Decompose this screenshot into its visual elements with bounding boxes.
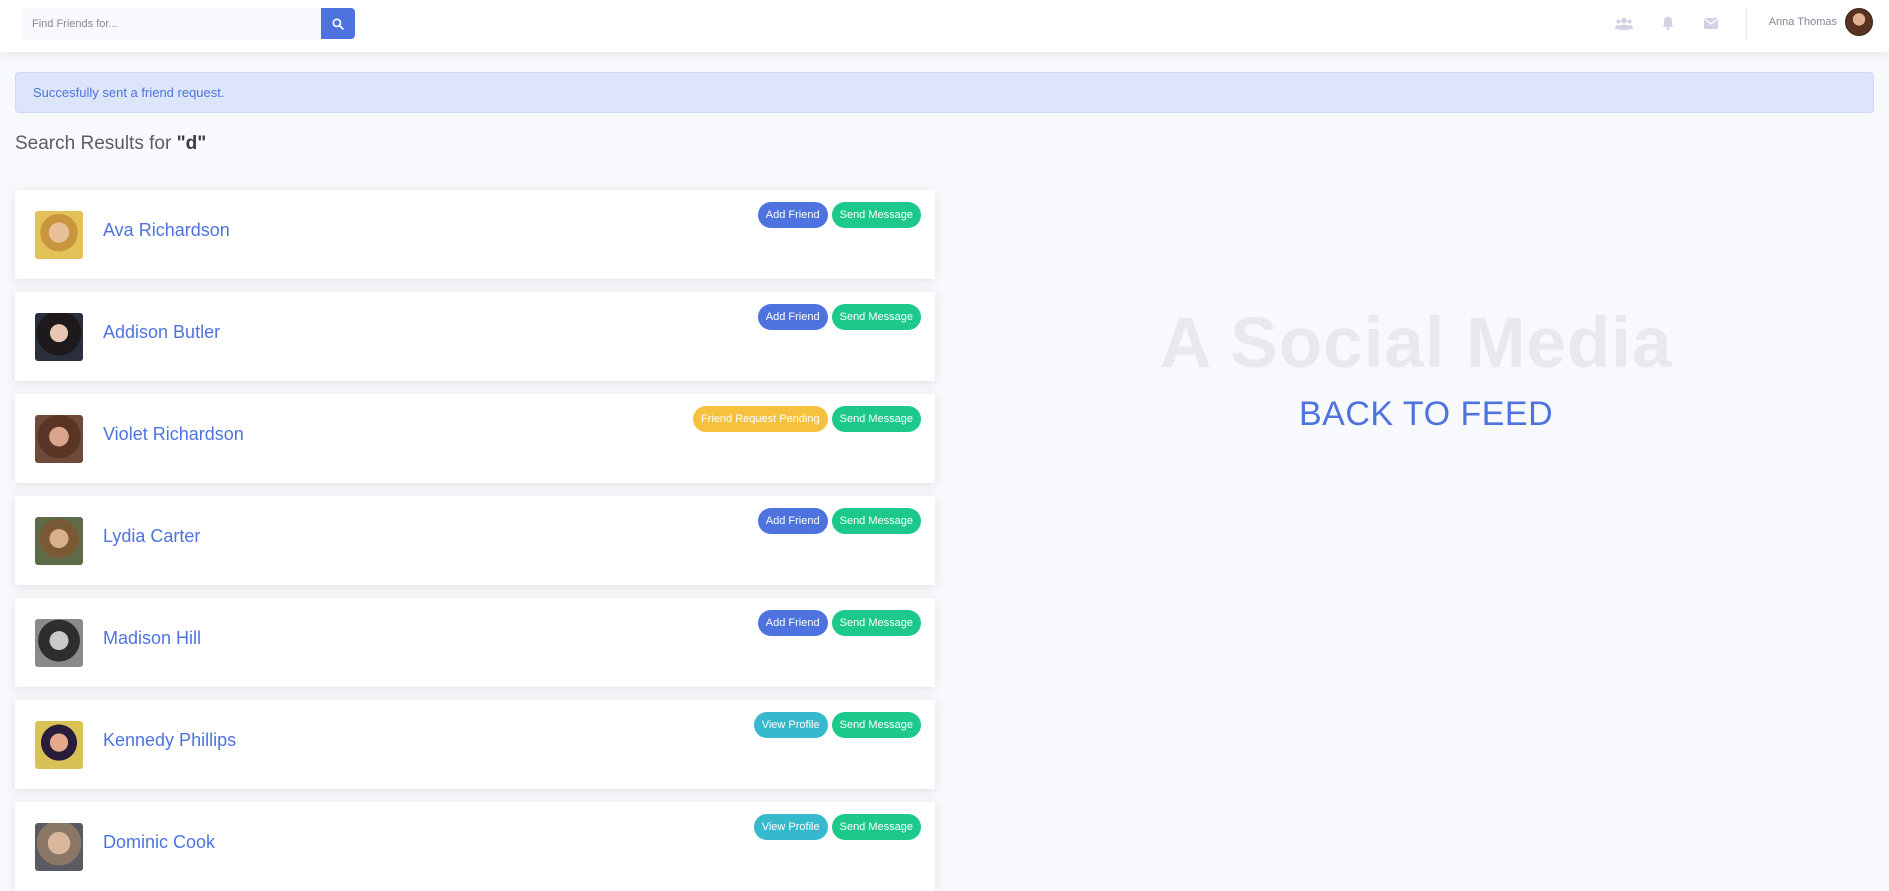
send-message-button[interactable]: Send Message [831, 610, 921, 636]
person-card: Addison Butler Add Friend Send Message [15, 292, 935, 381]
search-icon [332, 17, 344, 30]
action-buttons: View Profile Send Message [753, 712, 921, 738]
success-alert: Succesfully sent a friend request. [15, 72, 1874, 113]
avatar[interactable] [35, 415, 83, 463]
primary-action-button[interactable]: Add Friend [757, 304, 828, 330]
send-message-button[interactable]: Send Message [831, 406, 921, 432]
person-name[interactable]: Kennedy Phillips [103, 730, 236, 751]
action-buttons: Add Friend Send Message [757, 508, 921, 534]
primary-action-button[interactable]: Add Friend [757, 508, 828, 534]
action-buttons: Add Friend Send Message [757, 304, 921, 330]
person-card: Violet Richardson Friend Request Pending… [15, 394, 935, 483]
action-buttons: Friend Request Pending Send Message [692, 406, 921, 432]
send-message-button[interactable]: Send Message [831, 202, 921, 228]
search-input[interactable] [22, 8, 321, 39]
person-card: Dominic Cook View Profile Send Message [15, 802, 935, 891]
user-name[interactable]: Anna Thomas [1769, 16, 1837, 28]
person-name[interactable]: Addison Butler [103, 322, 220, 343]
back-to-feed-link[interactable]: BACK TO FEED [1299, 395, 1553, 434]
person-name[interactable]: Dominic Cook [103, 832, 215, 853]
search-form [22, 8, 355, 39]
primary-action-button[interactable]: View Profile [753, 814, 828, 840]
action-buttons: Add Friend Send Message [757, 202, 921, 228]
topbar: Anna Thomas [0, 0, 1889, 52]
action-buttons: Add Friend Send Message [757, 610, 921, 636]
person-name[interactable]: Ava Richardson [103, 220, 230, 241]
avatar[interactable] [35, 823, 83, 871]
person-card: Madison Hill Add Friend Send Message [15, 598, 935, 687]
avatar[interactable] [35, 619, 83, 667]
search-button[interactable] [321, 8, 355, 39]
send-message-button[interactable]: Send Message [831, 304, 921, 330]
person-name[interactable]: Lydia Carter [103, 526, 200, 547]
primary-action-button[interactable]: Friend Request Pending [692, 406, 828, 432]
brand-title: A Social Media [1160, 304, 1673, 383]
bell-icon[interactable] [1658, 13, 1678, 33]
primary-action-button[interactable]: Add Friend [757, 202, 828, 228]
primary-action-button[interactable]: Add Friend [757, 610, 828, 636]
page-title: Search Results for "d" [15, 133, 206, 155]
alert-message: Succesfully sent a friend request. [33, 85, 225, 100]
users-icon[interactable] [1614, 13, 1634, 33]
person-name[interactable]: Violet Richardson [103, 424, 244, 445]
user-avatar[interactable] [1845, 8, 1873, 36]
avatar[interactable] [35, 517, 83, 565]
avatar[interactable] [35, 313, 83, 361]
action-buttons: View Profile Send Message [753, 814, 921, 840]
send-message-button[interactable]: Send Message [831, 814, 921, 840]
avatar[interactable] [35, 721, 83, 769]
topbar-divider [1746, 8, 1747, 39]
avatar[interactable] [35, 211, 83, 259]
person-card: Kennedy Phillips View Profile Send Messa… [15, 700, 935, 789]
send-message-button[interactable]: Send Message [831, 508, 921, 534]
person-card: Lydia Carter Add Friend Send Message [15, 496, 935, 585]
person-name[interactable]: Madison Hill [103, 628, 201, 649]
send-message-button[interactable]: Send Message [831, 712, 921, 738]
person-card: Ava Richardson Add Friend Send Message [15, 190, 935, 279]
envelope-icon[interactable] [1701, 13, 1721, 33]
primary-action-button[interactable]: View Profile [753, 712, 828, 738]
results-prefix: Search Results for [15, 133, 177, 154]
search-query: "d" [176, 133, 207, 154]
